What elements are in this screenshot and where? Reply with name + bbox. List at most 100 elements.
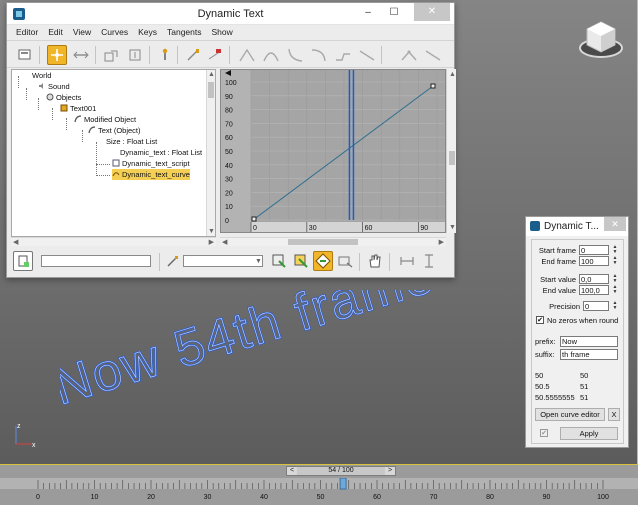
menu-curves[interactable]: Curves [96,25,133,40]
edit-icon[interactable] [163,251,183,271]
start-value-spinner[interactable]: ▲ ▼ [612,274,618,284]
tree-item-size[interactable]: Size : Float List [106,136,157,147]
frame-icon[interactable] [269,251,289,271]
prev-frame-button[interactable]: < [287,467,297,475]
scale-keys-icon[interactable] [101,45,121,65]
menu-editor[interactable]: Editor [11,25,43,40]
graph-horizontal-scrollbar[interactable]: ◀ ▶ [220,237,446,246]
scroll-up-icon[interactable]: ▲ [449,70,456,79]
linear-tangent-icon[interactable] [357,45,377,65]
timeline[interactable]: < 54 / 100 > 0 10 20 30 40 50 60 70 80 90 100 [0,465,638,505]
curve-graph[interactable]: 100 90 80 70 60 50 40 30 20 10 0 0 30 60 90 [220,69,446,233]
scrollbar-thumb[interactable] [449,151,455,165]
end-value-spinner[interactable]: ▲ ▼ [612,285,618,295]
zoom-horizontal-icon[interactable] [335,251,355,271]
menu-show[interactable]: Show [207,25,238,40]
apply-button[interactable]: Apply [560,427,618,440]
slow-tangent-icon[interactable] [309,45,329,65]
graph-plot-area [251,70,445,232]
dynamic-panel-titlebar[interactable]: Dynamic T... ✕ [526,217,628,236]
curve-editor-titlebar[interactable]: Dynamic Text – ☐ ✕ [7,3,454,25]
fit-vertical-icon[interactable] [419,251,439,271]
tree-item-modified-object[interactable]: Modified Object [74,114,136,125]
curve-graph-canvas[interactable]: 1009080706050403020100 0 30 60 90 [221,70,446,233]
tree-item-dynamic-text[interactable]: Dynamic_text : Float List [120,147,202,158]
step-tangent-icon[interactable] [333,45,353,65]
end-frame-input[interactable]: 100 [579,256,609,266]
scroll-up-icon[interactable]: ▲ [208,70,215,79]
open-curve-editor-button[interactable]: Open curve editor [535,408,605,421]
pan-hand-icon[interactable] [365,251,385,271]
scroll-down-icon[interactable]: ▼ [449,223,456,232]
current-frame-indicator[interactable] [339,478,347,490]
dynamic-panel-close-button[interactable]: ✕ [604,217,626,231]
scrollbar-thumb[interactable] [288,239,358,245]
menu-edit[interactable]: Edit [43,25,68,40]
spline-tangent-icon[interactable] [261,45,281,65]
apply-checkbox[interactable]: ✔ [540,429,548,437]
filter-icon[interactable] [15,45,35,65]
close-button[interactable]: ✕ [414,3,450,21]
key-end[interactable] [430,83,436,89]
zoom-region-icon[interactable] [291,251,311,271]
menu-view[interactable]: View [68,25,96,40]
scroll-right-icon[interactable]: ▶ [439,238,444,247]
scroll-left-icon[interactable]: ◀ [222,238,227,247]
tree-item-text001[interactable]: Text001 [60,103,96,114]
maximize-button[interactable]: ☐ [380,3,408,23]
auto-tangent-icon[interactable] [237,45,257,65]
add-keys-icon[interactable] [155,45,175,65]
scroll-left-icon[interactable]: ◀ [13,238,18,247]
tree-item-text-object[interactable]: Text (Object) [88,125,141,136]
fit-horizontal-icon[interactable] [397,251,417,271]
graph-vertical-scrollbar[interactable]: ▲ ▼ [446,69,456,233]
tree-item-world[interactable]: World [32,70,51,81]
end-frame-spinner[interactable]: ▲ ▼ [612,256,618,266]
menu-keys[interactable]: Keys [133,25,162,40]
prefix-input[interactable]: Now [560,336,618,347]
timeline-ruler[interactable]: 0 10 20 30 40 50 60 70 80 90 100 [0,478,638,505]
start-frame-spinner[interactable]: ▲ ▼ [612,245,618,255]
start-value-input[interactable]: 0,0 [579,274,609,284]
slide-keys-icon[interactable] [71,45,91,65]
tree-item-dynamic-text-script[interactable]: Dynamic_text_script [112,158,190,169]
curve-editor-window[interactable]: Dynamic Text – ☐ ✕ Editor Edit View Curv… [6,2,456,278]
scrollbar-thumb[interactable] [208,82,214,98]
suffix-input[interactable]: th frame [560,349,618,360]
minimize-button[interactable]: – [354,3,382,23]
tree-horizontal-scrollbar[interactable]: ◀ ▶ [11,237,216,246]
tree-item-objects[interactable]: Objects [46,92,81,103]
chevron-down-icon[interactable]: ▼ [255,257,262,266]
tree-item-dynamic-text-curve[interactable]: Dynamic_text_curve [112,169,190,180]
precision-spinner[interactable]: ▲ ▼ [612,301,618,311]
scale-values-icon[interactable] [125,45,145,65]
key-stats-icon[interactable] [13,251,33,271]
menu-tangents[interactable]: Tangents [162,25,207,40]
next-frame-button[interactable]: > [385,467,395,475]
reduce-keys-icon[interactable] [205,45,225,65]
controller-tree[interactable]: World Sound Objects Text001 Modified Obj… [11,69,216,237]
precision-input[interactable]: 0 [583,301,609,311]
tree-item-sound[interactable]: Sound [38,81,70,92]
end-value-input[interactable]: 100,0 [579,285,609,295]
parameter-out-of-range-icon[interactable] [399,45,419,65]
scroll-right-icon[interactable]: ▶ [209,238,214,247]
tree-vertical-scrollbar[interactable]: ▲ ▼ [206,70,215,236]
close-curve-editor-button[interactable]: X [608,408,620,421]
draw-curves-icon[interactable] [183,45,203,65]
key-start[interactable] [251,216,257,222]
value-field[interactable] [183,255,263,267]
move-keys-icon[interactable] [47,45,67,65]
viewcube-icon[interactable] [578,18,624,64]
track-name-field[interactable] [41,255,151,267]
loop-icon[interactable] [423,45,443,65]
zoom-extents-icon[interactable] [313,251,333,271]
toolbar-separator [39,46,40,64]
start-frame-input[interactable]: 0 [579,245,609,255]
fast-tangent-icon[interactable] [285,45,305,65]
ruler-label: 80 [486,494,494,501]
scroll-down-icon[interactable]: ▼ [208,227,215,236]
time-slider[interactable]: < 54 / 100 > [286,466,396,476]
dynamic-text-panel[interactable]: Dynamic T... ✕ Start frame 0 ▲ ▼ End fram… [525,216,629,448]
no-zeros-checkbox[interactable]: ✔ [536,316,544,324]
